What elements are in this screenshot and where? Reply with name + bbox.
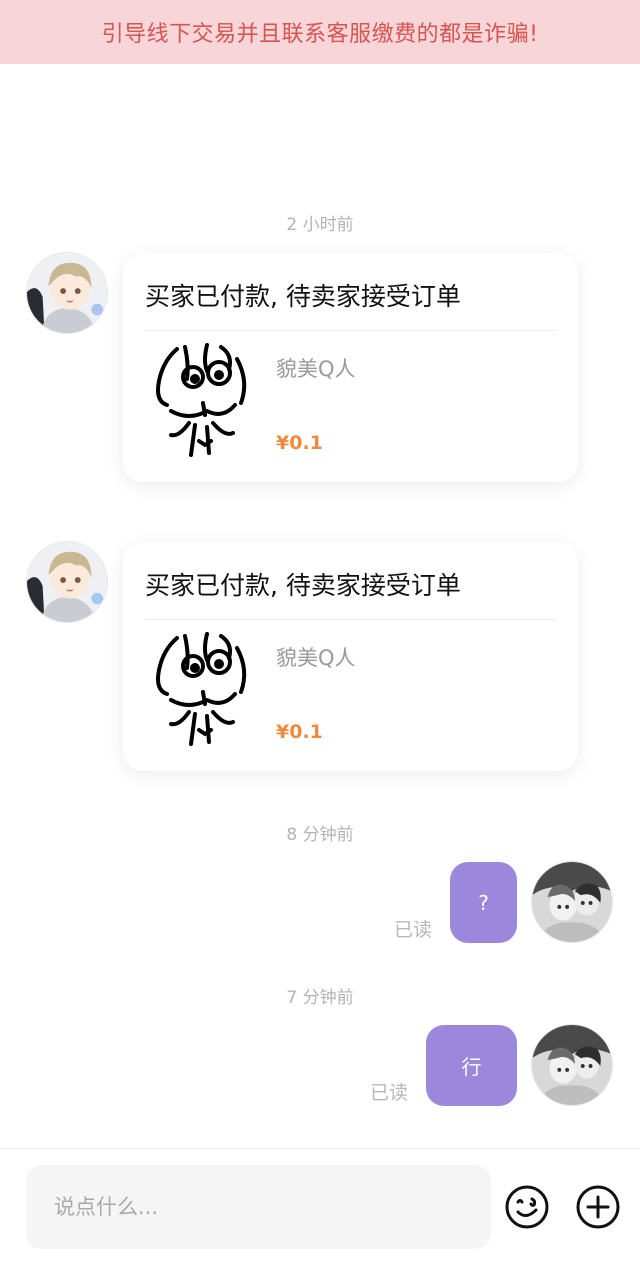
message-timestamp: 2 小时前 [286, 215, 354, 235]
outgoing-message-bubble[interactable]: ? [450, 862, 517, 943]
order-status-card[interactable]: 买家已付款, 待卖家接受订单 貌美Q人 ¥0.1 [123, 542, 578, 771]
my-avatar[interactable] [531, 1024, 613, 1106]
card-divider [145, 619, 556, 620]
product-thumbnail [149, 630, 255, 754]
message-timestamp: 7 分钟前 [286, 988, 354, 1008]
order-status-card[interactable]: 买家已付款, 待卖家接受订单 貌美Q人 ¥0.1 [123, 253, 578, 482]
read-receipt: 已读 [394, 919, 433, 941]
plus-circle-icon[interactable] [575, 1184, 621, 1230]
message-timestamp: 8 分钟前 [286, 825, 354, 845]
card-divider [145, 330, 556, 331]
seller-avatar[interactable] [26, 252, 108, 334]
product-price: ¥0.1 [276, 432, 323, 454]
chat-input-bar [0, 1148, 640, 1263]
product-price: ¥0.1 [276, 721, 323, 743]
outgoing-message-bubble[interactable]: 行 [426, 1025, 517, 1106]
product-name: 貌美Q人 [276, 646, 356, 670]
message-text: ? [478, 890, 489, 915]
emoji-icon[interactable] [504, 1184, 550, 1230]
seller-avatar[interactable] [26, 541, 108, 623]
order-status-title: 买家已付款, 待卖家接受订单 [145, 571, 461, 600]
message-text: 行 [461, 1055, 482, 1079]
order-status-title: 买家已付款, 待卖家接受订单 [145, 282, 461, 311]
product-thumbnail [149, 341, 255, 465]
read-receipt: 已读 [370, 1082, 409, 1104]
scam-warning-banner: 引导线下交易并且联系客服缴费的都是诈骗! [0, 0, 640, 64]
scam-warning-text: 引导线下交易并且联系客服缴费的都是诈骗! [101, 22, 539, 47]
my-avatar[interactable] [531, 861, 613, 943]
product-name: 貌美Q人 [276, 357, 356, 381]
message-input[interactable] [26, 1165, 491, 1249]
